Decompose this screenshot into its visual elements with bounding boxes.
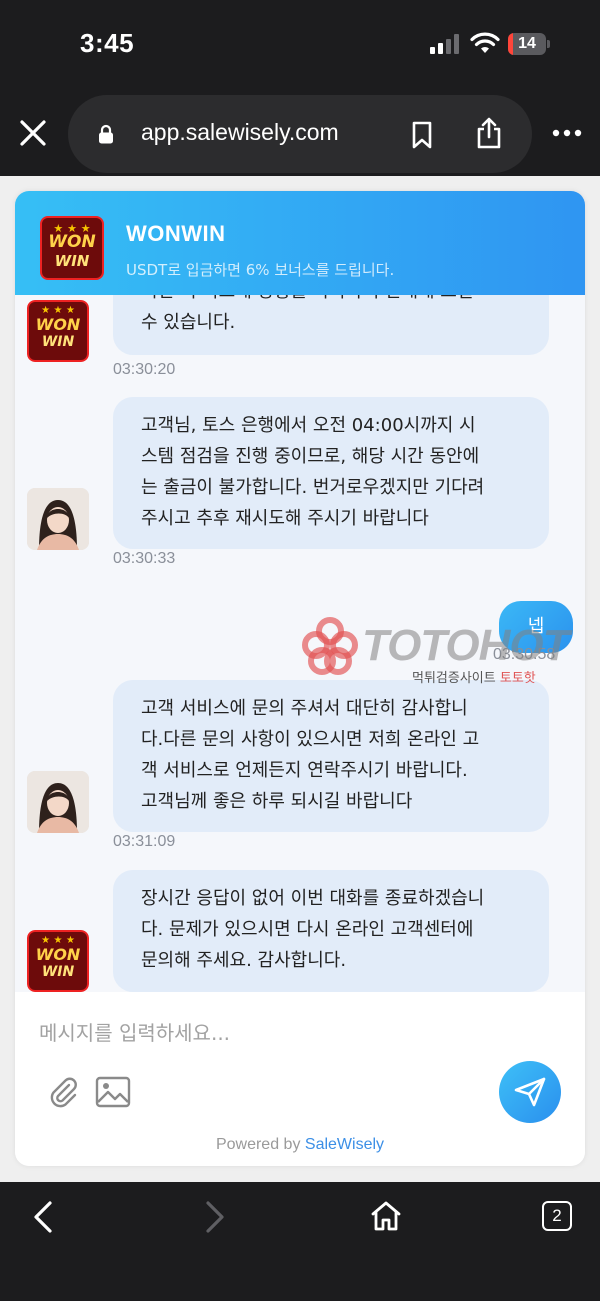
cellular-signal-icon xyxy=(430,34,459,54)
bookmark-icon[interactable] xyxy=(411,121,433,149)
message-line: 고객님께 좋은 하루 되시길 바랍니다 xyxy=(141,791,413,812)
tab-switcher-button[interactable]: 2 xyxy=(542,1201,572,1231)
message-line: 객 서비스로 언제든지 연락주시기 바랍니다. xyxy=(141,760,468,781)
chat-header: ★ ★ ★ WON WIN WONWIN USDT로 입금하면 6% 보너스를 … xyxy=(15,191,585,295)
agent-avatar xyxy=(27,488,89,550)
status-bar: 3:45 14 xyxy=(0,0,600,90)
url-text: app.salewisely.com xyxy=(141,119,339,145)
message-line: 다.다른 문의 사항이 있으시면 저희 온라인 고 xyxy=(141,729,480,750)
chat-subtitle: USDT로 입금하면 6% 보너스를 드립니다. xyxy=(126,261,395,279)
battery-indicator: 14 xyxy=(508,33,550,55)
message-line: 수 있습니다. xyxy=(141,312,236,333)
agent-portrait-icon xyxy=(27,488,89,550)
send-icon xyxy=(514,1077,546,1107)
paperclip-icon[interactable] xyxy=(47,1076,81,1110)
message-line: 장시간 응답이 없어 이번 대화를 종료하겠습니 xyxy=(141,888,485,909)
back-icon[interactable] xyxy=(32,1200,54,1234)
brand-logo: ★ ★ ★ WON WIN xyxy=(40,216,104,280)
message-timestamp: 03:30:20 xyxy=(113,361,176,378)
address-bar[interactable]: app.salewisely.com xyxy=(68,95,532,173)
web-page: ★ ★ ★ WON WIN WONWIN USDT로 입금하면 6% 보너스를 … xyxy=(0,176,600,1182)
share-icon[interactable] xyxy=(476,117,502,149)
message-line: 는 출금이 불가합니다. 번거로우겠지만 기다려 xyxy=(141,477,485,498)
message-bubble: 시면 더 빠르게 상황을 파악하여 안내해 드릴 수 있습니다. xyxy=(113,295,549,355)
message-list[interactable]: ★ ★ ★ WON WIN 시면 더 빠르게 상황을 파악하여 안내해 드릴 수… xyxy=(15,295,585,992)
message-line: 주시고 추후 재시도해 주시기 바랍니다 xyxy=(141,508,429,529)
message-timestamp: 03:30:58 xyxy=(493,646,556,663)
forward-icon[interactable] xyxy=(204,1200,226,1234)
message-line: 스템 점검을 진행 중이므로, 해당 시간 동안에 xyxy=(141,446,480,467)
chat-brand-name: WONWIN xyxy=(126,221,226,246)
agent-portrait-icon xyxy=(27,771,89,833)
powered-by: Powered by SaleWisely xyxy=(15,1136,585,1154)
status-time: 3:45 xyxy=(80,28,135,58)
browser-toolbar: 2 xyxy=(0,1182,600,1301)
message-input[interactable] xyxy=(39,1018,479,1048)
powered-by-prefix: Powered by xyxy=(215,1136,305,1153)
close-icon[interactable] xyxy=(18,118,48,148)
message-line: 다. 문제가 있으시면 다시 온라인 고객센터에 xyxy=(141,919,474,940)
chat-widget: ★ ★ ★ WON WIN WONWIN USDT로 입금하면 6% 보너스를 … xyxy=(15,191,585,1166)
battery-percent: 14 xyxy=(518,35,536,52)
bot-avatar: ★ ★ ★ WON WIN xyxy=(27,930,89,992)
message-timestamp: 03:31:09 xyxy=(113,833,176,850)
powered-by-link[interactable]: SaleWisely xyxy=(305,1136,384,1153)
message-line: 문의해 주세요. 감사합니다. xyxy=(141,950,347,971)
lock-icon xyxy=(99,124,113,144)
agent-avatar xyxy=(27,771,89,833)
message-bubble: 고객 서비스에 문의 주셔서 대단히 감사합니 다.다른 문의 사항이 있으시면… xyxy=(113,680,549,832)
more-icon[interactable] xyxy=(552,128,582,138)
message-composer: Powered by SaleWisely xyxy=(15,992,585,1166)
message-line: 고객 서비스에 문의 주셔서 대단히 감사합니 xyxy=(141,698,468,719)
send-button[interactable] xyxy=(499,1061,561,1123)
message-bubble: 장시간 응답이 없어 이번 대화를 종료하겠습니 다. 문제가 있으시면 다시 … xyxy=(113,870,549,992)
message-line: 고객님, 토스 은행에서 오전 04:00시까지 시 xyxy=(141,415,476,436)
home-icon[interactable] xyxy=(370,1200,402,1232)
bot-avatar: ★ ★ ★ WON WIN xyxy=(27,300,89,362)
wifi-icon xyxy=(470,32,500,53)
message-bubble: 고객님, 토스 은행에서 오전 04:00시까지 시 스템 점검을 진행 중이므… xyxy=(113,397,549,549)
image-icon[interactable] xyxy=(95,1076,131,1108)
message-timestamp: 03:30:33 xyxy=(113,550,176,567)
message-line: 시면 더 빠르게 상황을 파악하여 안내해 드릴 xyxy=(141,295,523,307)
browser-address-row: app.salewisely.com xyxy=(0,90,600,176)
